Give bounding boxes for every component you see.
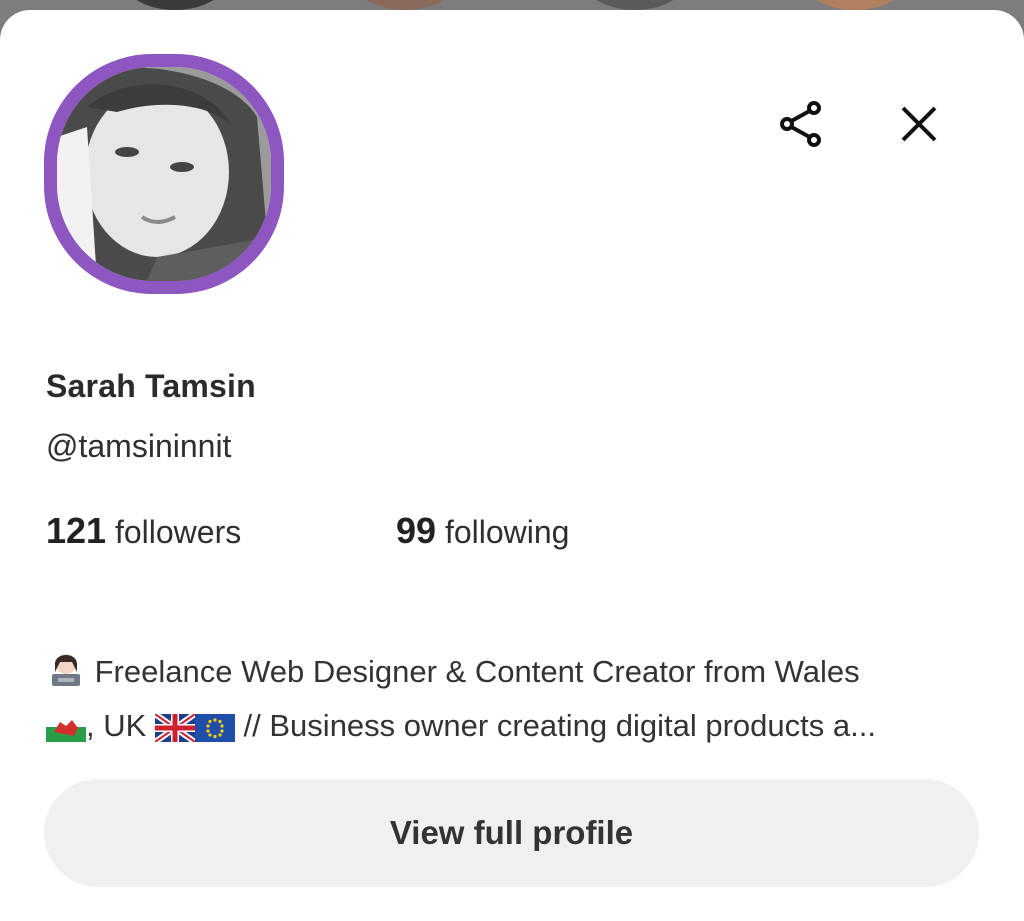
uk-flag-emoji bbox=[153, 708, 197, 756]
followers-count: 121 bbox=[46, 510, 107, 551]
background-thumbnail bbox=[800, 0, 910, 10]
followers-label: followers bbox=[114, 514, 242, 550]
bio-text-line2a: , UK bbox=[86, 708, 147, 743]
close-button[interactable] bbox=[887, 92, 951, 156]
following-label: following bbox=[444, 514, 570, 550]
profile-bio: Freelance Web Designer & Content Creator… bbox=[46, 648, 986, 756]
bio-line: , UK // Business owner creating digital … bbox=[46, 702, 986, 756]
view-full-profile-label: View full profile bbox=[389, 814, 634, 851]
following-stat[interactable]: 99 following bbox=[396, 510, 569, 552]
wales-flag-emoji bbox=[46, 708, 86, 756]
avatar-photo bbox=[57, 67, 271, 281]
followers-stat[interactable]: 121 followers bbox=[46, 510, 241, 552]
bio-line: Freelance Web Designer & Content Creator… bbox=[46, 648, 986, 702]
following-count: 99 bbox=[396, 510, 437, 551]
background-thumbnail bbox=[580, 0, 690, 10]
share-icon bbox=[780, 101, 821, 147]
background-thumbnail bbox=[120, 0, 230, 10]
bio-text-line1: Freelance Web Designer & Content Creator… bbox=[94, 654, 860, 689]
eu-flag-emoji bbox=[194, 708, 235, 756]
profile-handle: @tamsininnit bbox=[46, 428, 232, 464]
close-icon bbox=[901, 106, 937, 142]
background-thumbnail bbox=[350, 0, 460, 10]
avatar[interactable] bbox=[44, 54, 284, 294]
profile-sheet: Sarah Tamsin @tamsininnit 121 followers … bbox=[0, 10, 1024, 921]
bio-text-line2b: // Business owner creating digital produ… bbox=[243, 708, 876, 743]
woman-technologist-emoji bbox=[46, 652, 86, 702]
share-button[interactable] bbox=[769, 92, 833, 156]
view-full-profile-button[interactable]: View full profile bbox=[44, 779, 979, 887]
profile-name: Sarah Tamsin bbox=[46, 368, 256, 404]
